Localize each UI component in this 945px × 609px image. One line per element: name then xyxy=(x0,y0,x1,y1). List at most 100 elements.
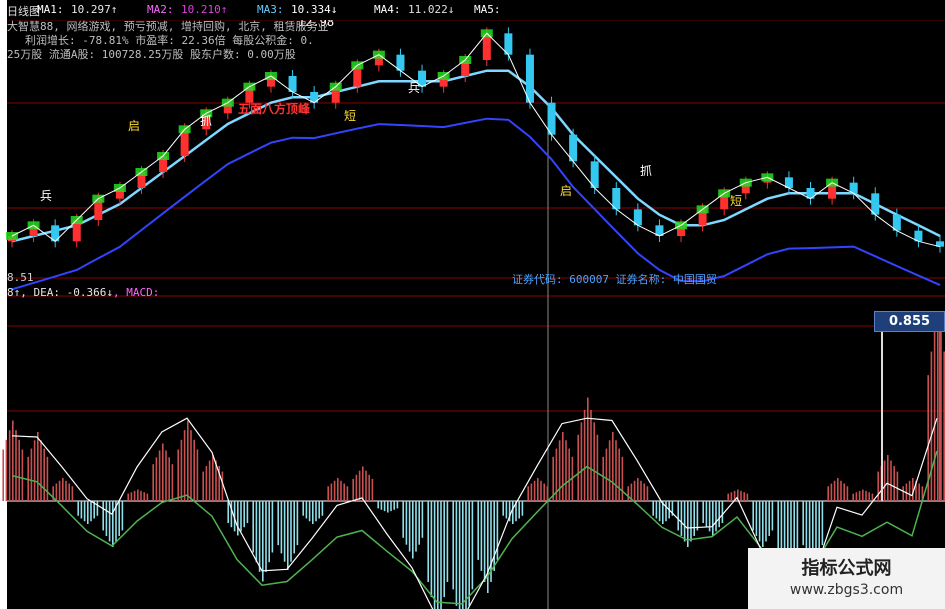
signal-label: 启 xyxy=(128,119,140,133)
info-line-2: 利润增长: -78.81% 市盈率: 22.36倍 每股公积金: 0. xyxy=(25,34,314,47)
macd-bar xyxy=(871,493,874,501)
macd-bar xyxy=(633,480,636,501)
macd-bar xyxy=(830,483,833,501)
macd-bar xyxy=(902,486,904,501)
signal-label: 兵 xyxy=(408,81,420,95)
macd-bar xyxy=(443,501,445,598)
macd-bar xyxy=(718,501,720,528)
macd-bar xyxy=(852,493,854,501)
macd-bar xyxy=(937,311,939,501)
macd-bar xyxy=(190,430,192,501)
chart-title: 日线图 xyxy=(7,5,40,18)
macd-bar xyxy=(21,449,24,501)
macd-bar xyxy=(177,449,179,501)
macd-bar xyxy=(162,443,164,501)
macd-bar xyxy=(55,483,58,501)
macd-bar xyxy=(846,486,849,501)
ma4-label: MA4: xyxy=(374,3,401,16)
macd-bar xyxy=(180,439,183,501)
macd-bar xyxy=(755,501,758,536)
macd-bar xyxy=(377,501,379,509)
macd-bar xyxy=(405,501,408,545)
macd-bar xyxy=(637,478,639,501)
watermark: 指标公式网 www.zbgs3.com xyxy=(748,548,945,609)
macd-bar xyxy=(137,489,139,501)
macd-bar xyxy=(618,448,620,501)
macd-bar xyxy=(521,501,524,516)
macd-bar xyxy=(65,480,67,501)
macd-bar xyxy=(2,449,4,501)
macd-bar xyxy=(71,486,74,501)
macd-bar xyxy=(537,478,539,501)
signal-label: 启 xyxy=(560,184,572,198)
macd-bar xyxy=(908,480,911,501)
macd-bar xyxy=(277,501,279,546)
macd-bar xyxy=(330,483,333,501)
macd-bar xyxy=(446,501,449,582)
signal-label: 抓 xyxy=(640,164,652,178)
info-line-1: 大智慧88, 网络游戏, 预亏预减, 增持回购, 北京, 租赁服务业 xyxy=(7,20,329,33)
macd-bar xyxy=(130,492,133,501)
macd-bar xyxy=(308,501,311,522)
stock-info: 大智慧88, 网络游戏, 预亏预减, 增持回购, 北京, 租赁服务业 利润增长:… xyxy=(7,20,328,62)
macd-bar xyxy=(312,501,314,524)
macd-bar xyxy=(258,501,261,572)
macd-bar xyxy=(96,501,99,516)
macd-bar xyxy=(762,501,764,547)
macd-bar xyxy=(502,501,504,516)
macd-bar xyxy=(540,480,542,501)
macd-bar xyxy=(68,483,70,501)
macd-bar xyxy=(165,450,167,501)
macd-bar xyxy=(183,430,186,501)
macd-bar xyxy=(558,440,561,501)
macd-bar xyxy=(302,501,304,516)
macd-bar xyxy=(527,486,529,501)
macd-bar xyxy=(212,455,214,501)
macd-bar xyxy=(680,501,683,536)
macd-bar xyxy=(565,440,567,501)
macd-bar xyxy=(590,409,592,501)
macd-bar xyxy=(171,464,174,501)
macd-bar xyxy=(143,492,145,501)
macd-bar xyxy=(262,501,264,582)
macd-bar xyxy=(683,501,686,542)
macd-bar xyxy=(652,501,654,516)
macd-bar xyxy=(740,490,742,501)
stock-chart-canvas[interactable]: 12.98兵启抓短兵启抓短五面八方顶峰 xyxy=(0,0,945,609)
macd-bar xyxy=(127,493,129,501)
macd-bar xyxy=(455,501,458,606)
ma1-label: MA1: xyxy=(37,3,64,16)
macd-bar xyxy=(108,501,111,542)
macd-bar xyxy=(768,501,770,536)
macd-bar xyxy=(433,501,436,609)
macd-bar xyxy=(202,471,204,501)
macd-bar xyxy=(58,480,61,501)
macd-bar xyxy=(587,397,589,501)
macd-bar xyxy=(471,501,474,590)
macd-bar xyxy=(255,501,258,563)
macd-bar xyxy=(427,501,429,582)
macd-bar xyxy=(221,471,224,501)
macd-bar xyxy=(268,501,270,563)
macd-bar xyxy=(512,501,514,524)
macd-bar xyxy=(87,501,89,524)
macd-header: 8↑, DEA: -0.366↓, MACD: xyxy=(7,286,159,299)
macd-bar xyxy=(271,501,274,553)
macd-bar xyxy=(702,501,704,524)
macd-bar xyxy=(752,501,754,531)
macd-bar xyxy=(577,434,579,501)
macd-bar xyxy=(858,490,861,501)
macd-bar xyxy=(890,460,892,501)
macd-bar xyxy=(765,501,767,542)
macd-bar xyxy=(805,501,808,554)
macd-bar xyxy=(196,449,199,501)
macd-bar xyxy=(152,464,154,501)
macd-bar xyxy=(15,430,17,501)
macd-bar xyxy=(818,501,820,554)
macd-bar xyxy=(158,450,161,501)
macd-bar xyxy=(643,483,645,501)
macd-bar xyxy=(840,480,842,501)
macd-bar xyxy=(33,440,36,501)
macd-bar xyxy=(193,439,195,501)
macd-bar xyxy=(608,440,611,501)
